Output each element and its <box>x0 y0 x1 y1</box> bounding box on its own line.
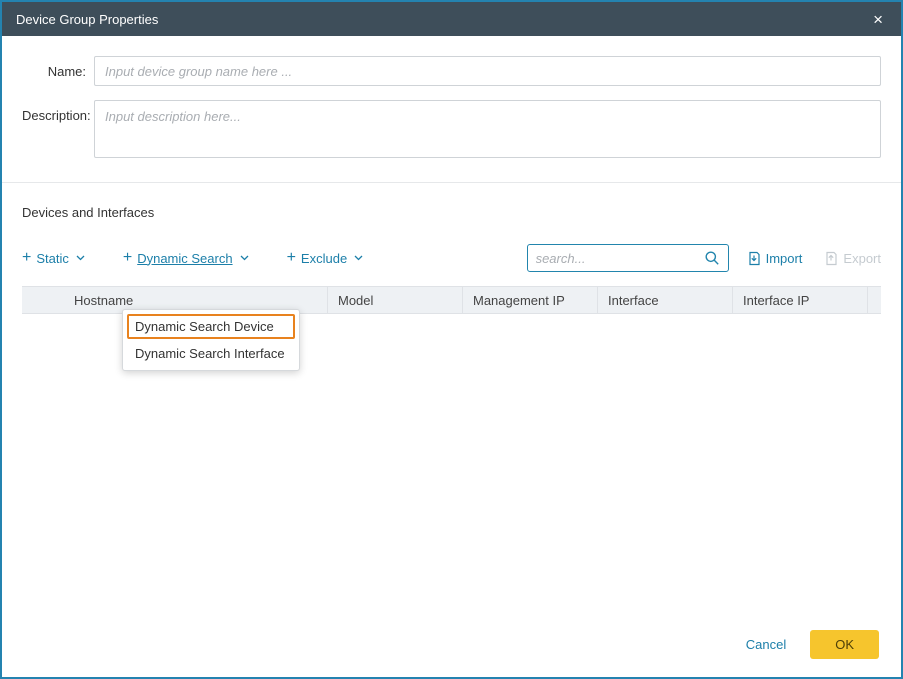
dynamic-search-button[interactable]: + Dynamic Search <box>123 250 249 266</box>
table-header-management-ip[interactable]: Management IP <box>462 287 597 313</box>
description-row: Description: <box>22 100 881 158</box>
exclude-button[interactable]: + Exclude <box>287 250 364 266</box>
chevron-down-icon <box>76 255 85 261</box>
table-header-model[interactable]: Model <box>327 287 462 313</box>
name-row: Name: <box>22 56 881 86</box>
name-input[interactable] <box>94 56 881 86</box>
section-divider <box>2 182 901 183</box>
description-label: Description: <box>22 100 94 158</box>
export-button-label: Export <box>843 251 881 266</box>
plus-icon: + <box>287 250 296 266</box>
static-button-label: Static <box>36 251 69 266</box>
dynamic-search-dropdown: Dynamic Search Device Dynamic Search Int… <box>122 309 300 371</box>
chevron-down-icon <box>354 255 363 261</box>
plus-icon: + <box>123 250 132 266</box>
table-header-checkbox-spacer <box>22 287 64 313</box>
dynamic-search-button-label: Dynamic Search <box>137 251 232 266</box>
exclude-button-label: Exclude <box>301 251 347 266</box>
dialog-title: Device Group Properties <box>16 12 869 27</box>
table-header-interface-ip[interactable]: Interface IP <box>732 287 867 313</box>
name-label: Name: <box>22 56 94 86</box>
static-button[interactable]: + Static <box>22 250 85 266</box>
cancel-button[interactable]: Cancel <box>746 637 786 652</box>
import-button[interactable]: Import <box>747 251 803 266</box>
dropdown-item-dynamic-search-device[interactable]: Dynamic Search Device <box>127 314 295 339</box>
search-icon[interactable] <box>704 250 720 266</box>
table-header-end-spacer <box>867 287 881 313</box>
export-icon <box>824 251 838 266</box>
dialog-header: Device Group Properties × <box>2 2 901 36</box>
section-title: Devices and Interfaces <box>22 205 881 220</box>
import-button-label: Import <box>766 251 803 266</box>
table-header-interface[interactable]: Interface <box>597 287 732 313</box>
close-icon[interactable]: × <box>869 9 887 30</box>
ok-button[interactable]: OK <box>810 630 879 659</box>
search-box <box>527 244 729 272</box>
import-icon <box>747 251 761 266</box>
chevron-down-icon <box>240 255 249 261</box>
dialog-body: Name: Description: Devices and Interface… <box>2 36 901 677</box>
toolbar: + Static + Dynamic Search + Exclude <box>22 244 881 272</box>
plus-icon: + <box>22 250 31 266</box>
export-button: Export <box>824 251 881 266</box>
device-group-properties-dialog: Device Group Properties × Name: Descript… <box>0 0 903 679</box>
search-input[interactable] <box>536 251 704 266</box>
dialog-footer: Cancel OK <box>22 620 881 663</box>
toolbar-right: Import Export <box>527 244 881 272</box>
description-input[interactable] <box>94 100 881 158</box>
dropdown-item-dynamic-search-interface[interactable]: Dynamic Search Interface <box>127 341 295 366</box>
